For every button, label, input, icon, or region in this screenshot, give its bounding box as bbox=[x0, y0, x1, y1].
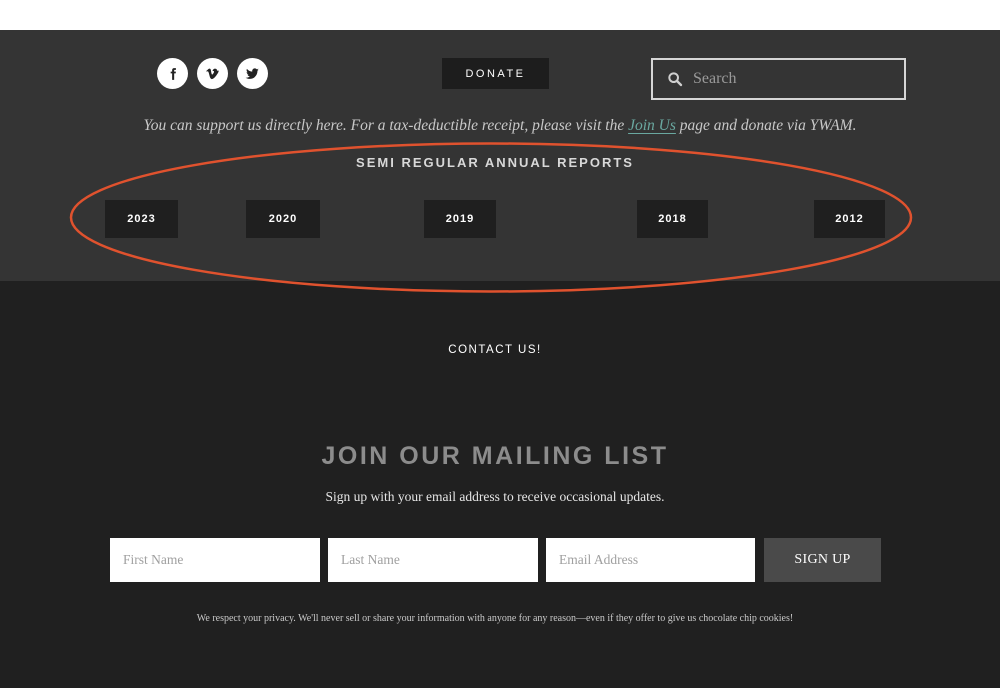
mailing-list-subtitle: Sign up with your email address to recei… bbox=[325, 489, 665, 504]
report-2018-button[interactable]: 2018 bbox=[637, 200, 708, 238]
facebook-icon[interactable] bbox=[157, 58, 188, 89]
support-text-before: You can support us directly here. For a … bbox=[143, 117, 629, 134]
search-input[interactable] bbox=[693, 70, 893, 88]
report-2020-button[interactable]: 2020 bbox=[246, 200, 320, 238]
mailing-list-title: JOIN OUR MAILING LIST bbox=[321, 442, 669, 470]
annual-reports-title: SEMI REGULAR ANNUAL REPORTS bbox=[356, 155, 634, 170]
privacy-notice: We respect your privacy. We'll never sel… bbox=[196, 613, 794, 624]
twitter-icon[interactable] bbox=[237, 58, 268, 89]
first-name-field[interactable] bbox=[110, 538, 320, 582]
join-us-link[interactable]: Join Us bbox=[628, 117, 676, 134]
support-text: You can support us directly here. For a … bbox=[0, 117, 1000, 135]
search-box[interactable] bbox=[651, 58, 906, 100]
report-2019-button[interactable]: 2019 bbox=[424, 200, 496, 238]
search-icon bbox=[667, 71, 683, 87]
top-white-bar bbox=[0, 0, 1000, 30]
email-field[interactable] bbox=[546, 538, 755, 582]
contact-us-link[interactable]: CONTACT US! bbox=[0, 344, 990, 356]
support-text-after: page and donate via YWAM. bbox=[675, 117, 857, 134]
vimeo-icon[interactable] bbox=[197, 58, 228, 89]
report-2023-button[interactable]: 2023 bbox=[105, 200, 178, 238]
report-2012-button[interactable]: 2012 bbox=[814, 200, 885, 238]
last-name-field[interactable] bbox=[328, 538, 538, 582]
donate-button[interactable]: DONATE bbox=[442, 58, 549, 89]
sign-up-button[interactable]: SIGN UP bbox=[764, 538, 881, 582]
social-links bbox=[157, 58, 268, 89]
